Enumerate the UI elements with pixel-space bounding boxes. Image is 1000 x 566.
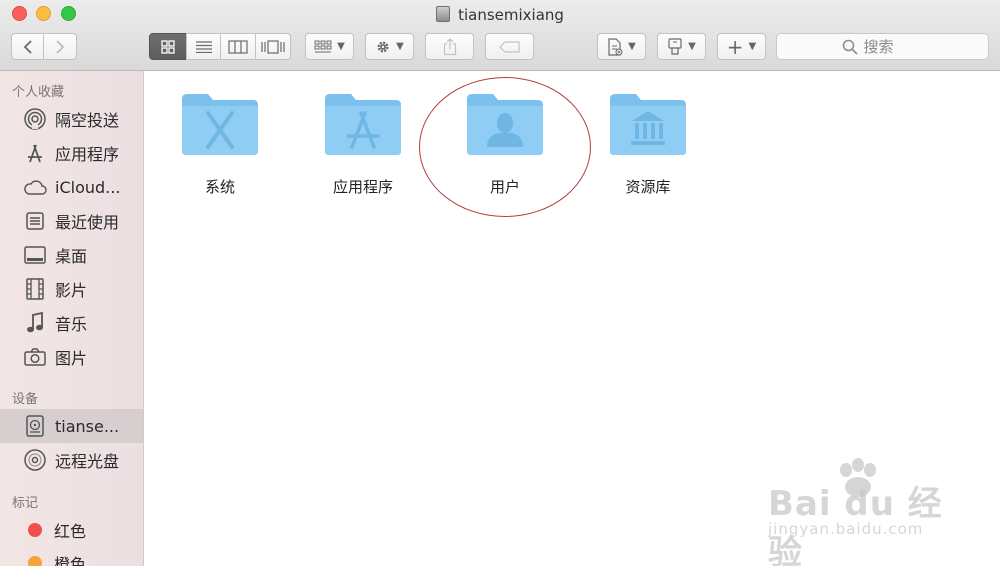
system-folder-icon — [182, 94, 258, 155]
list-view-button[interactable] — [186, 33, 221, 60]
chevron-right-icon — [56, 39, 65, 54]
sidebar-item-label: 远程光盘 — [55, 452, 120, 471]
sidebar-item-recents[interactable]: 最近使用 — [0, 204, 143, 238]
tags-button[interactable] — [485, 33, 534, 60]
plus-icon: + — [726, 34, 744, 59]
grid-icon — [161, 39, 175, 54]
applications-folder-icon — [325, 94, 401, 155]
forward-button[interactable] — [43, 33, 77, 60]
window-title-text: tiansemixiang — [458, 6, 564, 24]
cover-flow-icon — [261, 39, 285, 54]
gear-icon — [377, 41, 389, 52]
list-icon — [195, 40, 212, 53]
add-button[interactable]: + ▼ — [717, 33, 766, 60]
search-input[interactable] — [863, 37, 924, 56]
sidebar-item-label: 音乐 — [55, 315, 88, 334]
sidebar-item-pictures[interactable]: 图片 — [0, 340, 143, 374]
devices-header: 设备 — [12, 392, 39, 407]
folder-label: 应用程序 — [332, 178, 393, 196]
sidebar-item-label: iCloud... — [55, 177, 121, 197]
remote-disc-icon — [23, 449, 47, 471]
sidebar-item-desktop[interactable]: 桌面 — [0, 238, 143, 272]
chevron-down-icon: ▼ — [748, 41, 757, 52]
sidebar-item-label: 隔空投送 — [55, 111, 120, 130]
hard-disk-icon — [436, 6, 451, 22]
sidebar-item-label: 红色 — [54, 522, 87, 541]
sidebar-item-label: 桌面 — [55, 247, 88, 266]
applications-icon — [23, 142, 47, 164]
column-view-button[interactable] — [220, 33, 256, 60]
usb-drive-icon — [668, 37, 682, 55]
action-button[interactable]: ▼ — [365, 33, 414, 60]
new-document-icon — [608, 37, 623, 56]
sidebar-item-icloud[interactable]: iCloud... — [0, 170, 143, 204]
sidebar-item-label: 图片 — [55, 349, 88, 368]
open-in-button[interactable]: ▼ — [657, 33, 706, 60]
columns-icon — [228, 39, 248, 54]
movies-icon — [23, 278, 47, 300]
folder-applications[interactable]: 应用程序 — [308, 91, 418, 197]
airdrop-icon — [23, 108, 47, 130]
sidebar-item-tag-orange[interactable]: 橙色 — [0, 546, 143, 566]
folder-label: 系统 — [204, 178, 235, 196]
chevron-down-icon: ▼ — [628, 41, 636, 52]
hard-disk-icon — [23, 415, 47, 437]
baidu-watermark: Bai du 经验 jingyan.baidu.com — [760, 458, 960, 566]
sidebar-item-label: 最近使用 — [55, 213, 120, 232]
chevron-down-icon: ▼ — [688, 41, 696, 52]
cover-flow-view-button[interactable] — [255, 33, 291, 60]
highlight-circle-annotation — [419, 77, 591, 217]
chevron-down-icon: ▼ — [396, 41, 404, 52]
sidebar-item-airdrop[interactable]: 隔空投送 — [0, 102, 143, 136]
chevron-down-icon: ▼ — [337, 41, 345, 52]
recents-icon — [23, 210, 47, 232]
library-folder-icon — [610, 94, 686, 155]
watermark-sub-text: jingyan.baidu.com — [768, 520, 924, 538]
folder-system[interactable]: 系统 — [165, 91, 275, 197]
favorites-header: 个人收藏 — [12, 85, 65, 100]
sidebar-item-hard-disk[interactable]: tianse... — [0, 409, 143, 443]
sidebar-item-label: 应用程序 — [55, 145, 120, 164]
window-title: tiansemixiang — [0, 5, 1000, 25]
sidebar-item-label: 影片 — [55, 281, 88, 300]
tag-icon — [498, 40, 520, 53]
sidebar-item-applications[interactable]: 应用程序 — [0, 136, 143, 170]
tags-header: 标记 — [12, 496, 39, 511]
sidebar-item-movies[interactable]: 影片 — [0, 272, 143, 306]
search-field[interactable] — [776, 33, 989, 60]
chevron-left-icon — [23, 39, 32, 54]
sidebar-item-label: tianse... — [55, 416, 120, 436]
share-icon — [443, 37, 456, 55]
camera-icon — [23, 346, 47, 368]
sidebar-item-music[interactable]: 音乐 — [0, 306, 143, 340]
back-button[interactable] — [11, 33, 44, 60]
window-toolbar: tiansemixiang ▼ ▼ ▼ ▼ + ▼ 搜索 — [0, 0, 1000, 71]
icon-view-button[interactable] — [149, 33, 187, 60]
arrange-button[interactable]: ▼ — [305, 33, 354, 60]
tag-color-dot — [28, 556, 42, 566]
search-icon — [842, 39, 858, 55]
sidebar-item-label: 橙色 — [54, 555, 87, 566]
tag-color-dot — [28, 523, 42, 537]
sidebar-item-remote-disc[interactable]: 远程光盘 — [0, 443, 143, 477]
music-icon — [23, 312, 47, 334]
folder-label: 资源库 — [625, 178, 671, 196]
share-button[interactable] — [425, 33, 474, 60]
desktop-icon — [23, 244, 47, 266]
sidebar-item-tag-red[interactable]: 红色 — [0, 513, 143, 547]
arrange-icon — [314, 40, 332, 52]
sidebar: 个人收藏 隔空投送 应用程序 iCloud... 最近使用 桌面 影片 音乐 图… — [0, 71, 144, 566]
new-document-button[interactable]: ▼ — [597, 33, 646, 60]
icloud-icon — [23, 176, 47, 198]
folder-library[interactable]: 资源库 — [593, 91, 703, 197]
